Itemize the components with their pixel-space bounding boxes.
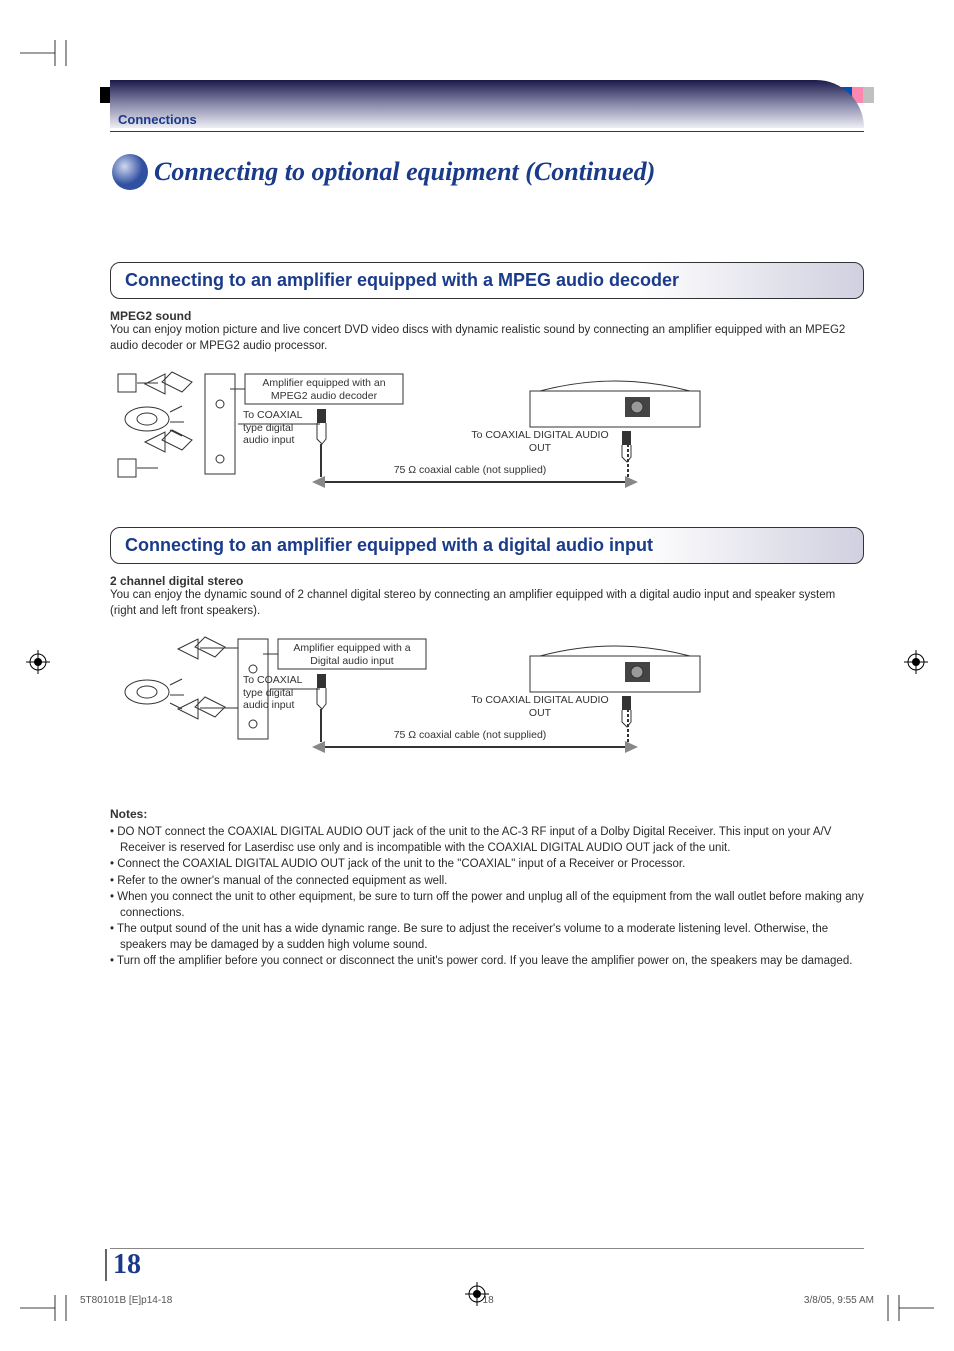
section-label: Connections [110, 112, 864, 132]
section2-heading-box: Connecting to an amplifier equipped with… [110, 527, 864, 564]
page-number: 18 [105, 1249, 141, 1281]
note-item: • When you connect the unit to other equ… [110, 890, 864, 921]
footer-doc-id: 5T80101B [E]p14-18 [80, 1295, 172, 1306]
crop-mark-icon [20, 40, 70, 66]
section1-body: You can enjoy motion picture and live co… [110, 323, 864, 354]
diagram1-cable-label: 75 Ω coaxial cable (not supplied) [360, 464, 580, 476]
page-title-text: Connecting to optional equipment (Contin… [154, 157, 655, 187]
section2-subhead: 2 channel digital stereo [110, 574, 864, 588]
section2-body: You can enjoy the dynamic sound of 2 cha… [110, 588, 864, 619]
diagram1-input-label: To COAXIAL type digital audio input [243, 409, 313, 447]
notes-section: Notes: • DO NOT connect the COAXIAL DIGI… [110, 807, 864, 970]
note-item: • Refer to the owner's manual of the con… [110, 874, 864, 890]
diagram2-amp-label: Amplifier equipped with a Digital audio … [281, 642, 423, 667]
crop-mark-icon [20, 1295, 70, 1321]
section2-heading: Connecting to an amplifier equipped with… [125, 535, 849, 556]
section1-heading: Connecting to an amplifier equipped with… [125, 270, 849, 291]
footer-rule [110, 1248, 864, 1249]
sphere-bullet-icon [110, 152, 150, 192]
top-crop-marks [0, 40, 954, 70]
note-item: • Turn off the amplifier before you conn… [110, 954, 864, 970]
page-title: Connecting to optional equipment (Contin… [110, 152, 864, 192]
section1-heading-box: Connecting to an amplifier equipped with… [110, 262, 864, 299]
section1-diagram: Amplifier equipped with an MPEG2 audio d… [110, 364, 864, 502]
registration-mark-left-icon [26, 650, 50, 677]
registration-mark-bottom-icon [465, 1282, 489, 1309]
registration-mark-right-icon [904, 650, 928, 677]
page-content: Connections Connecting to optional equip… [110, 80, 864, 1231]
footer-datetime: 3/8/05, 9:55 AM [804, 1295, 874, 1306]
note-item: • Connect the COAXIAL DIGITAL AUDIO OUT … [110, 857, 864, 873]
diagram1-amp-label: Amplifier equipped with an MPEG2 audio d… [248, 377, 400, 402]
section1-subhead: MPEG2 sound [110, 309, 864, 323]
section2-diagram: Amplifier equipped with a Digital audio … [110, 629, 864, 767]
notes-list: • DO NOT connect the COAXIAL DIGITAL AUD… [110, 825, 864, 970]
note-item: • The output sound of the unit has a wid… [110, 922, 864, 953]
crop-mark-icon [884, 1295, 934, 1321]
notes-heading: Notes: [110, 807, 864, 821]
diagram2-out-label: To COAXIAL DIGITAL AUDIO OUT [470, 694, 610, 719]
diagram2-input-label: To COAXIAL type digital audio input [243, 674, 313, 712]
note-item: • DO NOT connect the COAXIAL DIGITAL AUD… [110, 825, 864, 856]
diagram1-out-label: To COAXIAL DIGITAL AUDIO OUT [470, 429, 610, 454]
diagram2-cable-label: 75 Ω coaxial cable (not supplied) [360, 729, 580, 741]
